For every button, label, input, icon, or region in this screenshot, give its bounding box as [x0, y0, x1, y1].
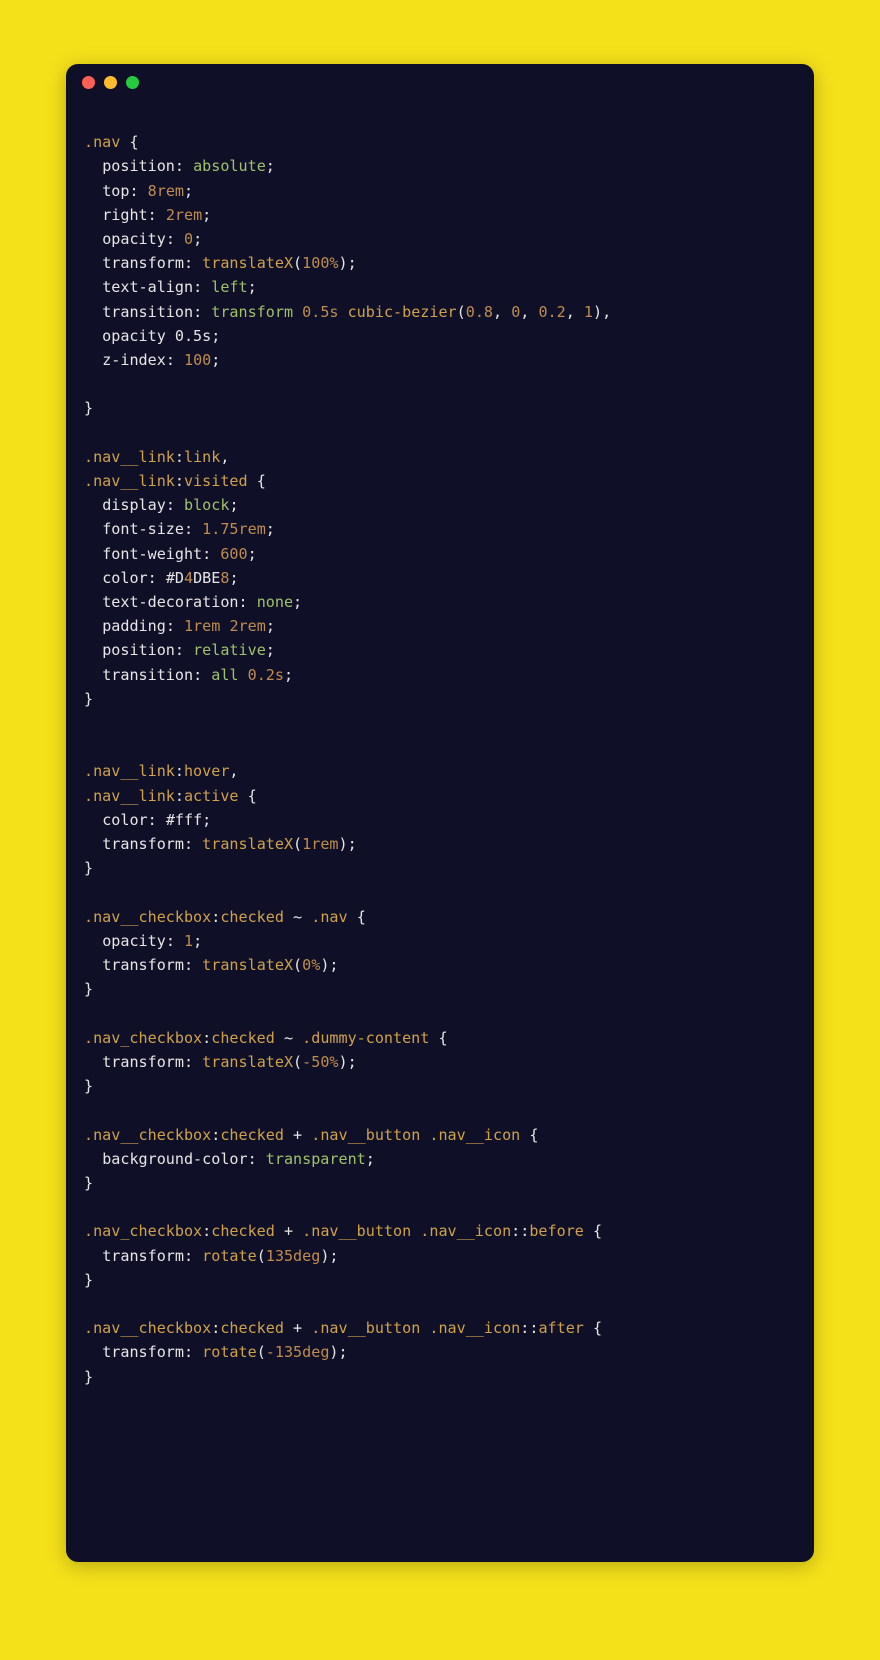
- code-window: .nav { position: absolute; top: 8rem; ri…: [66, 64, 814, 1562]
- close-icon[interactable]: [82, 76, 95, 89]
- zoom-icon[interactable]: [126, 76, 139, 89]
- code-block: .nav { position: absolute; top: 8rem; ri…: [66, 100, 814, 1407]
- window-titlebar: [66, 64, 814, 100]
- minimize-icon[interactable]: [104, 76, 117, 89]
